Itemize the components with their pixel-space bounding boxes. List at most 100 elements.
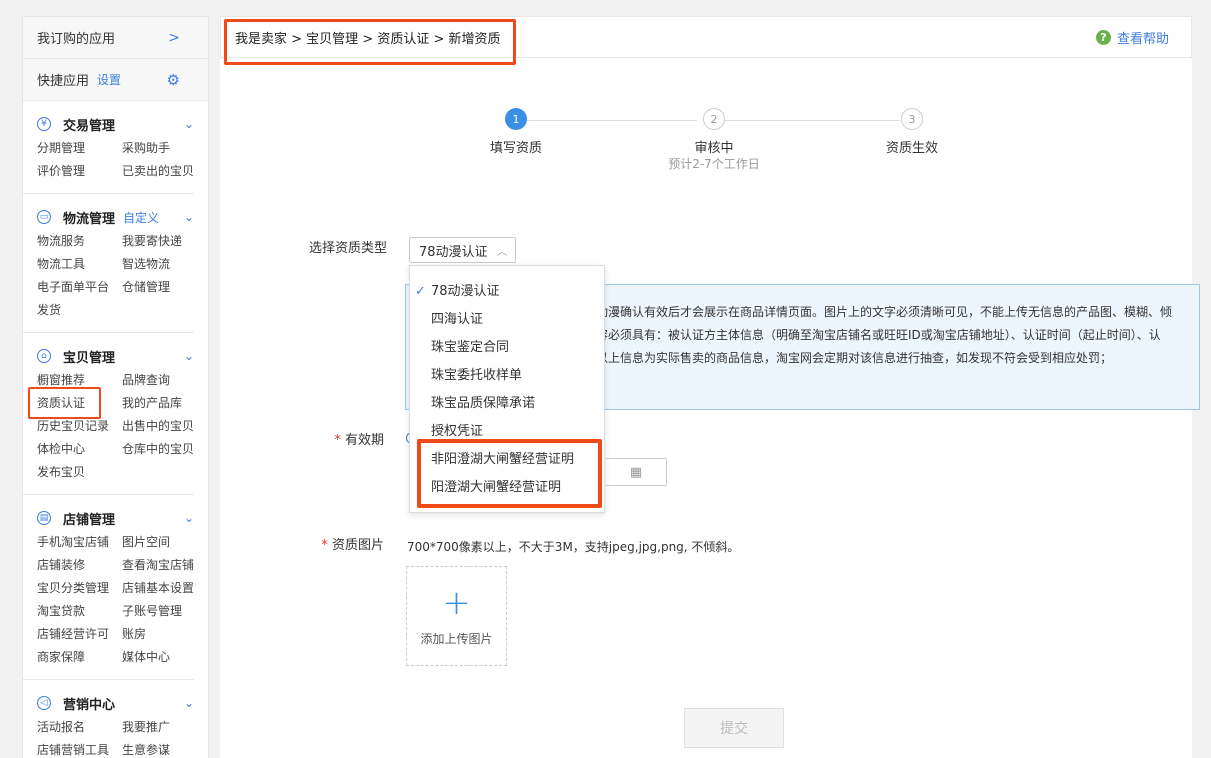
sidebar-item[interactable]: 评价管理 [37, 160, 122, 183]
chevron-down-icon[interactable]: ⌄ [184, 117, 194, 131]
chevron-right-icon[interactable]: > [168, 30, 180, 46]
section-header[interactable]: ¥ 交易管理 ⌄ [37, 115, 194, 134]
megaphone-icon: ◁ [37, 696, 51, 710]
section-header[interactable]: ◁ 营销中心 ⌄ [37, 694, 194, 713]
dropdown-option[interactable]: 珠宝鉴定合同 [410, 334, 604, 362]
sidebar-item[interactable]: 发布宝贝 [37, 461, 122, 484]
step-connector [725, 120, 900, 121]
sidebar-item[interactable]: 店铺基本设置 [122, 577, 207, 600]
help-icon: ? [1095, 29, 1111, 45]
step-3-dot: 3 [901, 108, 923, 130]
sidebar-item[interactable]: 账房 [122, 623, 207, 646]
sidebar-item[interactable]: 店铺经营许可 [37, 623, 122, 646]
required-mark: * [321, 538, 328, 553]
shop-icon: ▤ [37, 511, 51, 525]
sidebar-section: ▭ 物流管理 自定义 ⌄ 物流服务 我要寄快递 物流工具 智选物流 电子面单平台 仓储管理 发货 [23, 194, 194, 333]
submit-button[interactable]: 提交 [684, 708, 784, 748]
sidebar-item[interactable]: 出售中的宝贝 [122, 415, 207, 438]
upload-image-button[interactable]: + 添加上传图片 [406, 566, 507, 666]
sidebar-item[interactable]: 宝贝分类管理 [37, 577, 122, 600]
subscribed-apps-label: 我订购的应用 [37, 32, 116, 47]
chevron-up-icon: ︿ [497, 246, 507, 258]
sidebar-item[interactable]: 查看淘宝店铺 [122, 554, 207, 577]
section-title: 店铺管理 [63, 512, 116, 528]
sidebar-item[interactable]: 子账号管理 [122, 600, 207, 623]
calendar-icon[interactable]: ▦ [630, 465, 642, 480]
type-select[interactable]: 78动漫认证 ︿ [409, 237, 516, 263]
sidebar-item[interactable]: 物流服务 [37, 230, 122, 253]
sidebar-item[interactable]: 发货 [37, 299, 122, 322]
chevron-down-icon[interactable]: ⌄ [184, 349, 194, 363]
dropdown-option[interactable]: 四海认证 [410, 306, 604, 334]
chevron-down-icon[interactable]: ⌄ [184, 696, 194, 710]
sidebar-section: ▤ 店铺管理 ⌄ 手机淘宝店铺 图片空间 店铺装修 查看淘宝店铺 宝贝分类管理 店铺基本设置淘… [23, 495, 194, 680]
quick-settings-link[interactable]: 设置 [97, 71, 121, 88]
sidebar-item[interactable]: 手机淘宝店铺 [37, 531, 122, 554]
customize-link[interactable]: 自定义 [123, 209, 159, 226]
section-header[interactable]: ▤ 店铺管理 ⌄ [37, 509, 194, 528]
image-tip: 700*700像素以上，不大于3M，支持jpeg,jpg,png, 不倾斜。 [407, 540, 740, 554]
step-2-label: 审核中 [694, 141, 734, 156]
sidebar-item[interactable]: 品牌查询 [122, 369, 207, 392]
step-2-sub: 预计2-7个工作日 [668, 157, 760, 171]
chevron-down-icon[interactable]: ⌄ [184, 511, 194, 525]
step-3-label: 资质生效 [885, 141, 938, 156]
dropdown-option-label: 珠宝鉴定合同 [431, 340, 510, 355]
sidebar-item[interactable]: 物流工具 [37, 253, 122, 276]
quick-apps-label: 快捷应用 [37, 74, 90, 89]
validity-label: * 有效期 [244, 429, 384, 448]
bag-icon: ⌂ [37, 349, 51, 363]
step-2-dot: 2 [703, 108, 725, 130]
validity-label-text: 有效期 [344, 433, 384, 448]
sidebar-highlight [28, 387, 101, 419]
truck-icon: ▭ [37, 210, 51, 224]
required-mark: * [334, 433, 341, 448]
sidebar-item[interactable]: 已卖出的宝贝 [122, 160, 207, 183]
quick-apps: 快捷应用 设置 ⚙ [23, 59, 208, 101]
sidebar-item[interactable]: 仓储管理 [122, 276, 207, 299]
step-1-dot: 1 [505, 108, 527, 130]
yen-icon: ¥ [37, 117, 51, 131]
sidebar-item[interactable]: 我要推广 [122, 716, 207, 739]
section-title: 宝贝管理 [63, 350, 116, 366]
gear-icon[interactable]: ⚙ [167, 71, 180, 89]
sidebar-item[interactable]: 活动报名 [37, 716, 122, 739]
sidebar-item[interactable]: 电子面单平台 [37, 276, 122, 299]
step-1-label: 填写资质 [489, 141, 542, 156]
chevron-down-icon[interactable]: ⌄ [184, 210, 194, 224]
sidebar-item[interactable]: 分期管理 [37, 137, 122, 160]
section-title: 营销中心 [63, 697, 116, 713]
sidebar-item[interactable]: 仓库中的宝贝 [122, 438, 207, 461]
section-header[interactable]: ▭ 物流管理 自定义 ⌄ [37, 208, 194, 227]
subscribed-apps[interactable]: 我订购的应用 > [23, 17, 208, 59]
dropdown-option[interactable]: 珠宝品质保障承诺 [410, 390, 604, 418]
sidebar-item[interactable]: 淘宝贷款 [37, 600, 122, 623]
plus-icon: + [442, 582, 471, 623]
breadcrumb-highlight [224, 19, 516, 65]
progress-steps: 1 2 3 填写资质 审核中 预计2-7个工作日 资质生效 [220, 108, 1192, 188]
sidebar-item[interactable]: 店铺营销工具 [37, 739, 122, 758]
notice-line: 以上信息为实际售卖的商品信息，淘宝网会定期对该信息进行抽查，如发现不符会受到相应… [596, 351, 1113, 365]
dropdown-highlight [417, 439, 602, 508]
sidebar-item[interactable]: 我的产品库 [122, 392, 207, 415]
check-icon: ✓ [415, 284, 426, 299]
section-title: 交易管理 [63, 118, 116, 134]
notice-line: 容必须具有：被认证方主体信息（明确至淘宝店铺名或旺旺ID或淘宝店铺地址）、认证时… [596, 328, 1161, 342]
dropdown-option[interactable]: ✓ 78动漫认证 [410, 278, 604, 306]
sidebar-item[interactable]: 采购助手 [122, 137, 207, 160]
sidebar-item[interactable]: 店铺装修 [37, 554, 122, 577]
sidebar-item[interactable]: 体检中心 [37, 438, 122, 461]
sidebar-item[interactable]: 媒体中心 [122, 646, 207, 669]
sidebar-section: ◁ 营销中心 ⌄ 活动报名 我要推广 店铺营销工具 生意参谋 [23, 680, 194, 758]
sidebar-item[interactable]: 智选物流 [122, 253, 207, 276]
sidebar-section: ¥ 交易管理 ⌄ 分期管理 采购助手 评价管理 已卖出的宝贝 [23, 101, 194, 194]
sidebar-item[interactable]: 商家保障 [37, 646, 122, 669]
help-link[interactable]: ? 查看帮助 [1095, 28, 1169, 47]
section-header[interactable]: ⌂ 宝贝管理 ⌄ [37, 347, 194, 366]
sidebar-item[interactable]: 图片空间 [122, 531, 207, 554]
date-input[interactable]: ▦ [606, 458, 667, 486]
type-select-value: 78动漫认证 [419, 244, 488, 260]
dropdown-option[interactable]: 珠宝委托收样单 [410, 362, 604, 390]
sidebar-item[interactable]: 我要寄快递 [122, 230, 207, 253]
sidebar-item[interactable]: 生意参谋 [122, 739, 207, 758]
